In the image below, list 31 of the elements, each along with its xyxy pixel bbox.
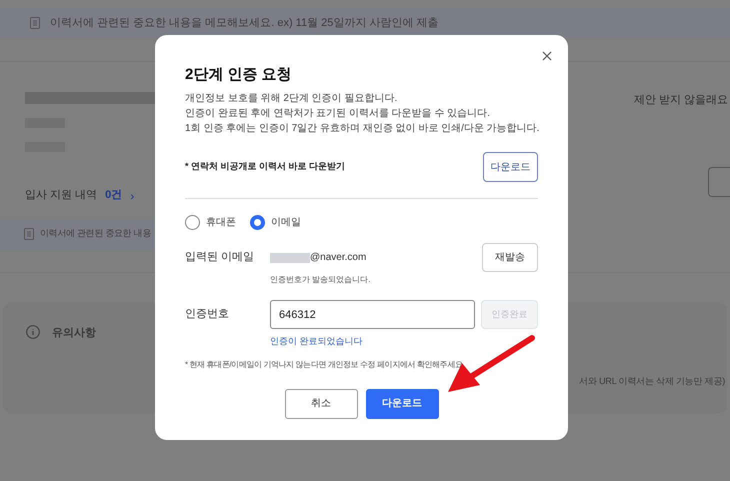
memo-icon: [30, 17, 40, 29]
radio-label[interactable]: 휴대폰: [206, 215, 236, 230]
radio-button[interactable]: [250, 215, 265, 230]
code-label: 인증번호: [185, 307, 230, 322]
sent-message: 인증번호가 발송되었습니다.: [270, 274, 372, 286]
download-button[interactable]: 다운로드: [366, 388, 438, 418]
radio-button[interactable]: [185, 215, 200, 230]
close-icon: [542, 51, 552, 61]
memo-icon: [24, 228, 34, 240]
applications-label: 입사 지원 내역: [25, 188, 98, 204]
description-text: 인증이 완료된 후에 연락처가 표기된 이력서를 다운받을 수 있습니다.: [185, 107, 492, 121]
description-text: 개인정보 보호를 위해 2단계 인증이 필요합니다.: [185, 92, 398, 106]
dialog-title: 2단계 인증 요청: [185, 65, 293, 85]
email-label: 입력된 이메일: [185, 250, 256, 266]
notice-text: 서와 URL 이력서는 삭제 기능만 제공): [579, 374, 725, 388]
cancel-button[interactable]: 취소: [284, 388, 358, 418]
close-button[interactable]: [540, 49, 554, 63]
resend-button[interactable]: 재발송: [482, 243, 538, 272]
footnote-text: * 현재 휴대폰/이메일이 기억나지 않는다면 개인정보 수정 페이지에서 확인해주세요: [185, 358, 463, 370]
email-value: @naver.com: [310, 251, 366, 265]
success-message: 인증이 완료되었습니다: [270, 335, 364, 348]
quick-download-label: * 연락처 비공개로 이력서 바로 다운받기: [185, 160, 346, 174]
code-input-field[interactable]: 646312: [270, 300, 475, 329]
radio-label[interactable]: 이메일: [271, 215, 301, 230]
memo-text: 이력서에 관련된 중요한 내용을 메모해보세요. ex) 11월 25일까지 사람인에 제출: [50, 16, 438, 31]
memo-text: 이력서에 관련된 중요한 내용: [40, 226, 152, 240]
description-text: 1회 인증 후에는 인증이 7일간 유효하며 재인증 없이 바로 인쇄/다운 가능합니다.: [185, 122, 538, 136]
info-icon: [26, 324, 40, 338]
notice-title: 유의사항: [52, 326, 96, 340]
blurred-block: [270, 252, 310, 262]
download-button[interactable]: 다운로드: [483, 152, 538, 182]
